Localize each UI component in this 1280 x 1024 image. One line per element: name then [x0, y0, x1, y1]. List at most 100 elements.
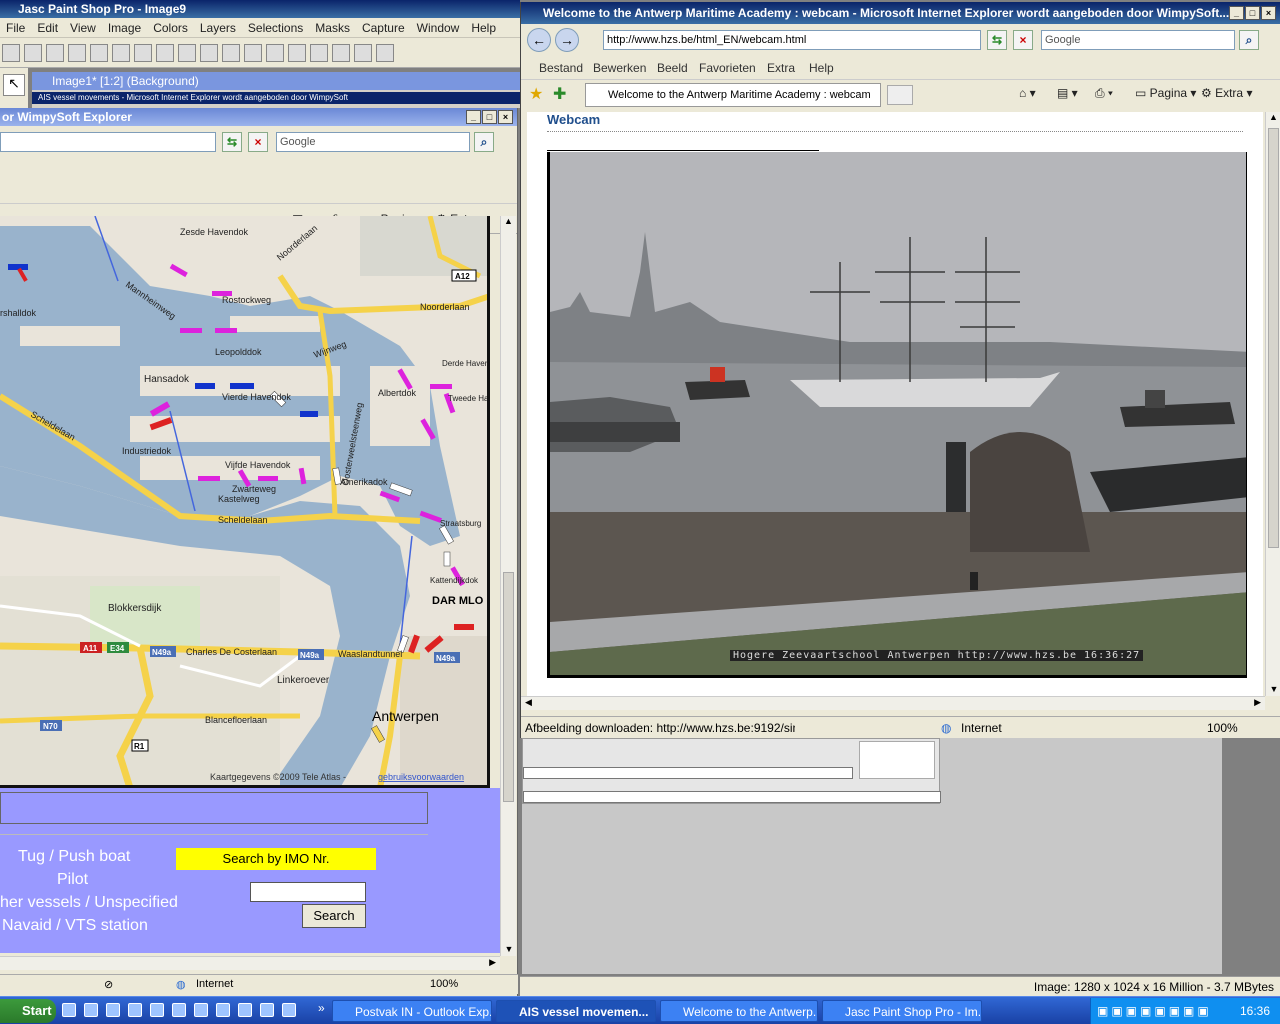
print-icon[interactable]: ⎙ ▾ [1095, 86, 1113, 101]
arrow-tool-icon[interactable]: ↖ [3, 74, 25, 96]
menu-file[interactable]: File [0, 18, 31, 38]
desktop-quicklaunch-icon[interactable] [172, 1003, 186, 1017]
refresh-icon[interactable]: ⇆ [222, 132, 242, 152]
word-quicklaunch-icon[interactable] [150, 1003, 164, 1017]
ais-zoom[interactable]: 100% [430, 978, 458, 990]
menu-selections[interactable]: Selections [242, 18, 309, 38]
menu-window[interactable]: Window [411, 18, 466, 38]
tab-webcam[interactable]: Welcome to the Antwerp Maritime Academy … [585, 83, 881, 107]
search-icon[interactable]: ⌕ [1239, 30, 1259, 50]
new-icon[interactable] [2, 44, 20, 62]
menu-help[interactable]: Help [465, 18, 502, 38]
save-icon[interactable] [46, 44, 64, 62]
browse-icon[interactable] [222, 44, 240, 62]
palette-icon[interactable] [266, 44, 284, 62]
webcam-horizontal-scrollbar[interactable]: ◀ ▶ [521, 696, 1265, 710]
outlook-quicklaunch-icon[interactable] [106, 1003, 120, 1017]
ais-vertical-scrollbar[interactable]: ▲ ▼ [500, 216, 516, 956]
ais-search-input[interactable]: Google [276, 132, 470, 152]
menu-view[interactable]: View [64, 18, 102, 38]
maximize-icon[interactable]: □ [1245, 6, 1260, 20]
back-icon[interactable]: ← [527, 28, 551, 52]
minimize-icon[interactable]: _ [1229, 6, 1244, 20]
print-icon[interactable] [68, 44, 86, 62]
start-button[interactable]: Start [0, 999, 56, 1023]
scroll-right-icon[interactable]: ▶ [1254, 697, 1261, 708]
ais-map[interactable]: Zesde Havendok Noorderlaan Noorderlaan R… [0, 216, 490, 788]
close-icon[interactable]: × [498, 110, 513, 124]
paste-icon[interactable] [178, 44, 196, 62]
minimize-icon[interactable]: _ [466, 110, 481, 124]
help-icon[interactable] [332, 44, 350, 62]
close-icon[interactable]: × [1261, 6, 1276, 20]
scroll-up-icon[interactable]: ▲ [1266, 112, 1280, 122]
page-menu[interactable]: ▭ Pagina ▾ [1135, 86, 1196, 100]
menu-layers[interactable]: Layers [194, 18, 242, 38]
paint-quicklaunch-icon[interactable] [238, 1003, 252, 1017]
menu-image[interactable]: Image [102, 18, 147, 38]
webcam-vertical-scrollbar[interactable]: ▲ ▼ [1265, 112, 1280, 696]
script-icon[interactable] [376, 44, 394, 62]
task-ais[interactable]: AIS vessel movemen... [496, 1000, 656, 1022]
home-icon[interactable]: ⌂ ▾ [1019, 86, 1036, 100]
scroll-right-icon[interactable]: ▶ [489, 957, 496, 968]
filter-icon[interactable] [354, 44, 372, 62]
scroll-down-icon[interactable]: ▼ [501, 944, 517, 954]
scroll-up-icon[interactable]: ▲ [501, 216, 516, 226]
menu-bewerken[interactable]: Bewerken [593, 61, 646, 75]
webcam-search-input[interactable]: Google [1041, 30, 1235, 50]
edit-quicklaunch-icon[interactable] [282, 1003, 296, 1017]
webcam-address-input[interactable]: http://www.hzs.be/html_EN/webcam.html [603, 30, 981, 50]
chevron-right-icon[interactable]: » [318, 1001, 325, 1015]
histogram-icon[interactable] [288, 44, 306, 62]
ais-horizontal-scrollbar[interactable]: ▶ [0, 956, 500, 970]
menu-capture[interactable]: Capture [356, 18, 411, 38]
search-icon[interactable]: ⌕ [474, 132, 494, 152]
undo-icon[interactable] [90, 44, 108, 62]
stop-icon[interactable]: × [1013, 30, 1033, 50]
maximize-icon[interactable]: □ [482, 110, 497, 124]
scroll-down-icon[interactable]: ▼ [1266, 684, 1280, 694]
task-outlook[interactable]: Postvak IN - Outlook Exp... [332, 1000, 492, 1022]
ie-quicklaunch-icon[interactable] [62, 1003, 76, 1017]
imo-input[interactable] [250, 882, 366, 902]
new-tab-button[interactable] [887, 85, 913, 105]
menu-favorieten[interactable]: Favorieten [699, 61, 756, 75]
chat-quicklaunch-icon[interactable] [216, 1003, 230, 1017]
map-terms-link[interactable]: gebruiksvoorwaarden [378, 772, 464, 782]
task-psp[interactable]: Jasc Paint Shop Pro - Im... [822, 1000, 982, 1022]
task-webcam[interactable]: Welcome to the Antwerp... [660, 1000, 818, 1022]
cut-icon[interactable] [134, 44, 152, 62]
scroll-thumb[interactable] [1268, 128, 1279, 548]
media-quicklaunch-icon[interactable] [128, 1003, 142, 1017]
open-icon[interactable] [24, 44, 42, 62]
tools-quicklaunch-icon[interactable] [260, 1003, 274, 1017]
redo-icon[interactable] [112, 44, 130, 62]
tray-icons[interactable]: ▣▣▣▣▣▣▣▣ [1097, 998, 1212, 1024]
refresh-icon[interactable]: ⇆ [987, 30, 1007, 50]
scroll-left-icon[interactable]: ◀ [525, 697, 532, 708]
stop-icon[interactable]: × [248, 132, 268, 152]
extra-menu[interactable]: ⚙ Extra ▾ [1201, 86, 1252, 100]
feeds-icon[interactable]: ▤ ▾ [1057, 86, 1078, 100]
ais-address-input[interactable] [0, 132, 216, 152]
scroll-thumb[interactable] [503, 572, 514, 802]
menu-help[interactable]: Help [809, 61, 834, 75]
imo-search-button[interactable]: Search [302, 904, 366, 928]
zoom-icon[interactable] [244, 44, 262, 62]
forward-icon[interactable]: → [555, 28, 579, 52]
layers-icon[interactable] [310, 44, 328, 62]
capture-icon[interactable] [200, 44, 218, 62]
webcam-zoom[interactable]: 100% [1207, 717, 1238, 739]
app-quicklaunch-icon[interactable] [194, 1003, 208, 1017]
add-favorite-icon[interactable]: ✚ [553, 84, 566, 104]
menu-extra[interactable]: Extra [767, 61, 795, 75]
firefox-quicklaunch-icon[interactable] [84, 1003, 98, 1017]
menu-edit[interactable]: Edit [31, 18, 64, 38]
menu-masks[interactable]: Masks [309, 18, 356, 38]
menu-beeld[interactable]: Beeld [657, 61, 688, 75]
copy-icon[interactable] [156, 44, 174, 62]
favorites-star-icon[interactable]: ★ [529, 84, 543, 104]
menu-bestand[interactable]: Bestand [539, 61, 583, 75]
menu-colors[interactable]: Colors [147, 18, 194, 38]
